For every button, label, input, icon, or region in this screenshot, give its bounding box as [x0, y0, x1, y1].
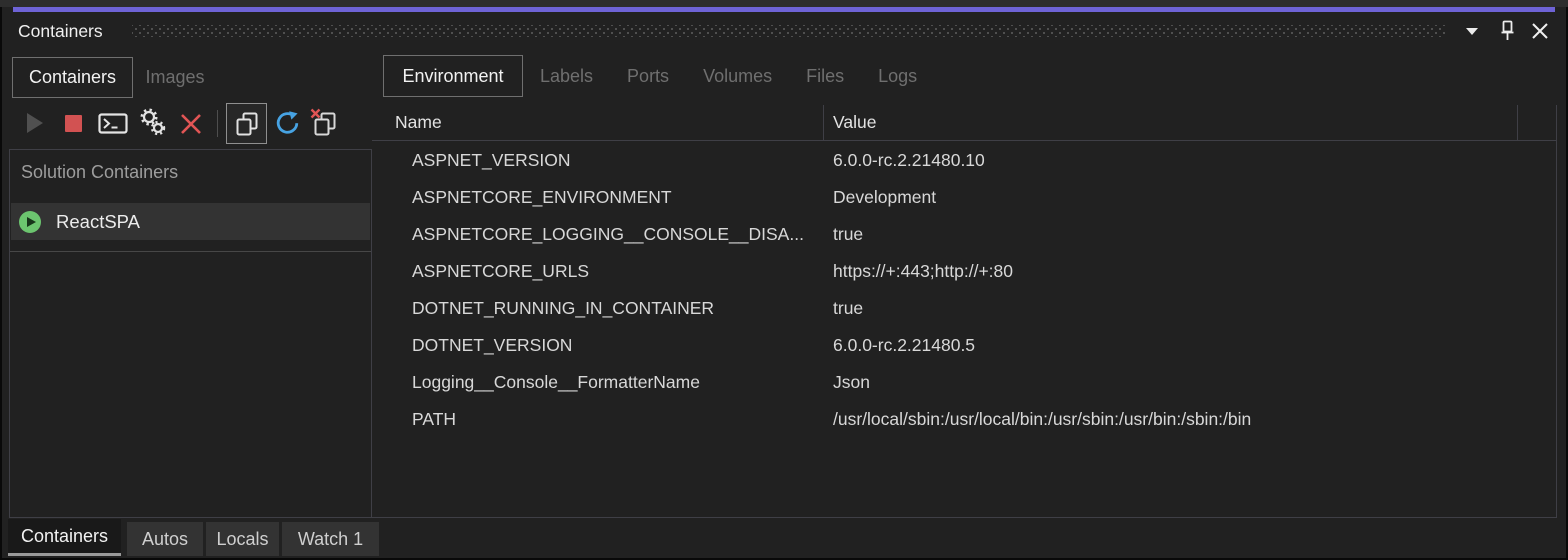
window-position-menu-button[interactable] [1459, 12, 1485, 50]
prune-containers-button[interactable] [308, 107, 338, 142]
env-value: true [833, 298, 864, 318]
env-name: Logging__Console__FormatterName [412, 372, 700, 392]
tab-images-label: Images [145, 67, 205, 87]
tab-volumes[interactable]: Volumes [686, 55, 789, 97]
env-name: ASPNETCORE_LOGGING__CONSOLE__DISA... [412, 224, 804, 244]
close-icon [1532, 23, 1548, 39]
remove-button[interactable] [180, 113, 202, 140]
tab-images[interactable]: Images [133, 57, 217, 98]
column-header-name[interactable]: Name [395, 105, 442, 139]
env-name: DOTNET_RUNNING_IN_CONTAINER [412, 298, 715, 318]
env-value: /usr/local/sbin:/usr/local/bin:/usr/sbin… [833, 409, 1252, 429]
table-row[interactable]: PATH /usr/local/sbin:/usr/local/bin:/usr… [372, 401, 1556, 438]
env-name: DOTNET_VERSION [412, 335, 573, 355]
table-row[interactable]: DOTNET_VERSION 6.0.0-rc.2.21480.5 [372, 327, 1556, 364]
env-name: ASPNET_VERSION [412, 150, 571, 170]
container-settings-button[interactable] [138, 108, 168, 143]
column-resize-handle[interactable] [823, 105, 824, 141]
table-row[interactable]: ASPNET_VERSION 6.0.0-rc.2.21480.10 [372, 142, 1556, 179]
tab-labels[interactable]: Labels [523, 55, 610, 97]
detail-tab-strip: Labels Ports Volumes Files Logs [523, 55, 934, 97]
env-value: https://+:443;http://+:80 [833, 261, 1013, 281]
tab-ports[interactable]: Ports [610, 55, 686, 97]
window-top-strip [0, 0, 1568, 7]
group-containers-icon [236, 112, 257, 135]
gears-icon [140, 108, 166, 136]
column-header-value[interactable]: Value [833, 105, 876, 139]
env-value: 6.0.0-rc.2.21480.5 [833, 335, 976, 355]
tree-item-reactspa[interactable]: ReactSPA [11, 203, 370, 240]
tree-separator [10, 251, 371, 252]
tool-window-titlebar[interactable]: Containers [0, 12, 1568, 50]
tree-group-header: Solution Containers [21, 162, 179, 182]
prune-containers-icon [310, 108, 336, 136]
open-terminal-button[interactable] [98, 113, 128, 139]
bottom-tab-autos[interactable]: Autos [127, 522, 203, 556]
env-value: true [833, 224, 864, 244]
drag-grip[interactable] [132, 25, 1446, 37]
red-x-icon [181, 114, 201, 134]
refresh-button[interactable] [273, 109, 302, 143]
table-header[interactable]: Name Value [372, 105, 1556, 141]
refresh-icon [276, 111, 299, 134]
solution-containers-panel: Solution Containers ReactSPA [9, 149, 372, 518]
start-button[interactable] [27, 113, 43, 133]
table-row[interactable]: ASPNETCORE_URLS https://+:443;http://+:8… [372, 253, 1556, 290]
group-containers-toggle-button[interactable] [226, 103, 267, 144]
table-row[interactable]: DOTNET_RUNNING_IN_CONTAINER true [372, 290, 1556, 327]
bottom-tab-containers[interactable]: Containers [8, 519, 121, 556]
env-value: 6.0.0-rc.2.21480.10 [833, 150, 985, 170]
env-value: Development [833, 187, 937, 207]
containers-tool-window: Containers Containers Images Solution Co… [0, 0, 1568, 560]
column-resize-handle[interactable] [1517, 105, 1518, 141]
env-value: Json [833, 372, 870, 392]
tab-environment[interactable]: Environment [383, 55, 523, 97]
env-name: ASPNETCORE_URLS [412, 261, 589, 281]
bottom-tab-locals[interactable]: Locals [206, 522, 279, 556]
terminal-icon [98, 113, 128, 134]
pin-icon [1501, 20, 1514, 40]
table-row[interactable]: Logging__Console__FormatterName Json [372, 364, 1556, 401]
chevron-down-icon [1466, 27, 1478, 35]
play-icon [27, 113, 43, 133]
close-window-button[interactable] [1527, 12, 1553, 50]
stop-button[interactable] [65, 115, 82, 132]
tree-item-label: ReactSPA [56, 210, 140, 232]
table-row[interactable]: ASPNETCORE_ENVIRONMENT Development [372, 179, 1556, 216]
stop-icon [65, 115, 82, 132]
tab-files[interactable]: Files [789, 55, 861, 97]
tab-containers-label: Containers [28, 67, 117, 87]
tab-logs[interactable]: Logs [861, 55, 934, 97]
env-name: ASPNETCORE_ENVIRONMENT [412, 187, 672, 207]
env-name: PATH [412, 409, 457, 429]
container-running-icon [19, 210, 41, 233]
tab-containers[interactable]: Containers [12, 57, 133, 98]
toolbar-separator [217, 110, 218, 137]
bottom-tab-watch-1[interactable]: Watch 1 [282, 522, 379, 556]
window-title: Containers [18, 21, 103, 41]
auto-hide-pin-button[interactable] [1494, 12, 1520, 50]
table-row[interactable]: ASPNETCORE_LOGGING__CONSOLE__DISA... tru… [372, 216, 1556, 253]
tab-environment-label: Environment [402, 65, 504, 86]
environment-table: Name Value ASPNET_VERSION 6.0.0-rc.2.214… [372, 105, 1557, 518]
